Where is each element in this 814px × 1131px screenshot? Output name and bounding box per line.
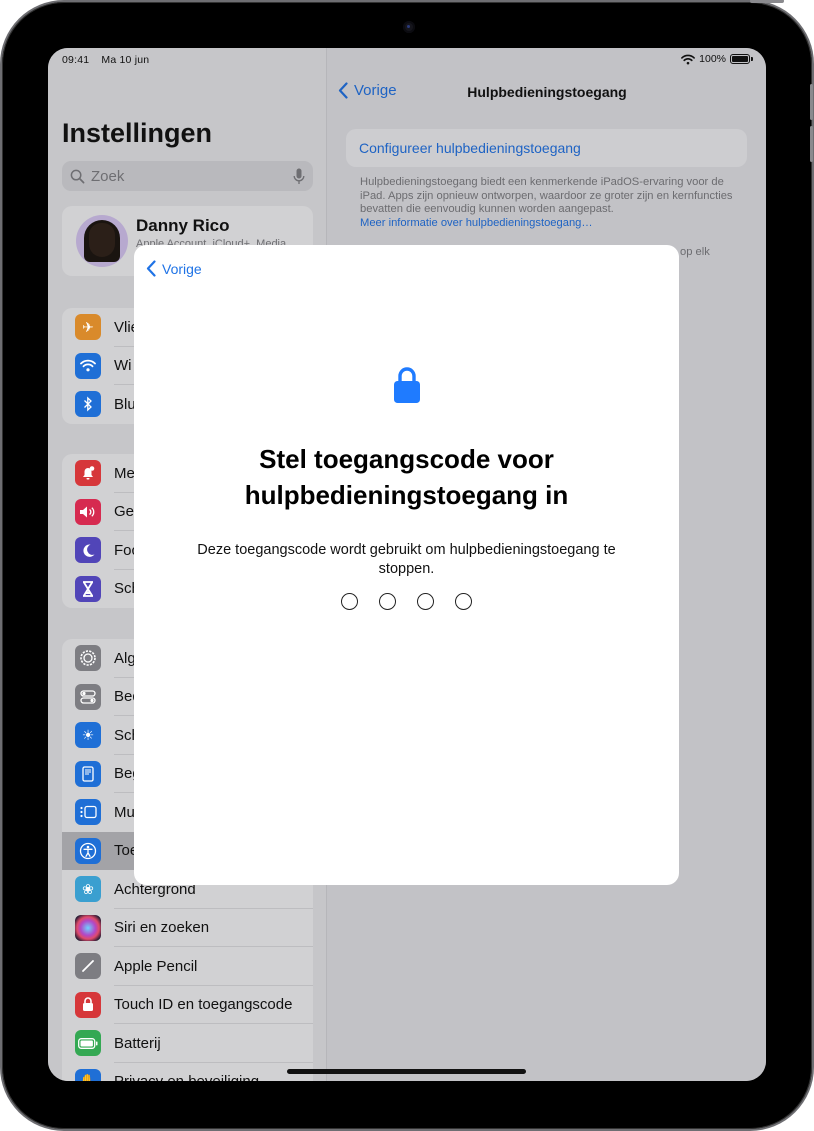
detail-nav-title: Hulpbedieningstoegang xyxy=(467,84,627,100)
search-field[interactable]: Zoek xyxy=(62,161,313,191)
brightness-icon: ☀ xyxy=(75,722,101,749)
notifications-icon xyxy=(75,460,101,487)
screen: 09:41 Ma 10 jun Instellingen Zoek Danny … xyxy=(48,48,766,1081)
gear-icon xyxy=(75,645,101,672)
chevron-left-icon xyxy=(146,260,156,277)
sidebar-item-apple-pencil[interactable]: Apple Pencil xyxy=(62,947,313,986)
screen-time-icon xyxy=(75,575,101,602)
modal-title: Stel toegangscode voor hulpbedieningstoe… xyxy=(244,444,569,510)
modal-message: Deze toegangscode wordt gebruikt om hulp… xyxy=(197,542,616,577)
sidebar-item-label: Blu xyxy=(114,395,136,413)
sound-icon xyxy=(75,498,101,525)
microphone-icon[interactable] xyxy=(293,168,305,185)
sidebar-item-label: Privacy en beveiliging xyxy=(114,1073,259,1081)
sidebar-item-label: Apple Pencil xyxy=(114,957,198,975)
set-passcode-sheet: Vorige Stel toegangscode voor hulpbedien… xyxy=(134,245,679,885)
lock-icon xyxy=(394,367,420,403)
accessibility-icon xyxy=(75,837,101,864)
focus-moon-icon xyxy=(75,537,101,564)
avatar xyxy=(76,215,128,267)
airplane-icon: ✈ xyxy=(75,314,101,341)
passcode-entry[interactable] xyxy=(134,593,679,610)
sidebar-item-label: Batterij xyxy=(114,1034,161,1052)
sidebar-item-battery[interactable]: Batterij xyxy=(62,1024,313,1063)
sidebar-item-label: Wi xyxy=(114,357,132,375)
top-button xyxy=(750,0,784,3)
modal-back-label: Vorige xyxy=(162,260,202,277)
wallpaper-icon: ❀ xyxy=(75,876,101,903)
search-icon xyxy=(70,169,85,183)
search-placeholder: Zoek xyxy=(91,167,125,185)
control-center-icon xyxy=(75,683,101,710)
passcode-digit-3 xyxy=(417,593,434,610)
siri-icon xyxy=(75,914,101,941)
assistive-access-description: Hulpbedieningstoegang biedt een kenmerke… xyxy=(360,176,740,230)
battery-percentage: 100% xyxy=(699,53,726,65)
lock-icon xyxy=(75,991,101,1018)
modal-back-button[interactable]: Vorige xyxy=(146,260,202,277)
sidebar-item-label: Mu xyxy=(114,803,135,821)
sidebar-item-privacy[interactable]: ✋ Privacy en beveiliging xyxy=(62,1063,313,1081)
status-bar-left: 09:41 Ma 10 jun xyxy=(62,54,158,66)
sidebar-item-label: Ge xyxy=(114,503,135,521)
volume-up-button xyxy=(810,84,813,120)
home-screen-icon xyxy=(75,760,101,787)
wifi-icon xyxy=(75,352,101,379)
home-indicator[interactable] xyxy=(287,1069,526,1074)
more-info-link[interactable]: Meer informatie over hulpbedieningstoega… xyxy=(360,217,740,231)
battery-status-icon xyxy=(730,54,753,64)
sidebar-item-label: Touch ID en toegangscode xyxy=(114,996,293,1014)
bluetooth-icon xyxy=(75,391,101,418)
volume-down-button xyxy=(810,126,813,162)
wifi-status-icon xyxy=(681,54,696,64)
configure-label: Configureer hulpbedieningstoegang xyxy=(359,140,581,156)
passcode-digit-1 xyxy=(341,593,358,610)
battery-icon xyxy=(75,1030,101,1057)
status-bar-right: 100% xyxy=(681,53,753,65)
status-date: Ma 10 jun xyxy=(101,54,150,66)
description-text: Hulpbedieningstoegang biedt een kenmerke… xyxy=(360,176,733,215)
status-time: 09:41 xyxy=(62,54,90,66)
privacy-hand-icon: ✋ xyxy=(75,1068,101,1081)
configure-assistive-access-button[interactable]: Configureer hulpbedieningstoegang xyxy=(346,129,747,167)
sidebar-item-touch-id-passcode[interactable]: Touch ID en toegangscode xyxy=(62,986,313,1024)
pencil-icon xyxy=(75,953,101,980)
front-camera xyxy=(403,21,415,33)
passcode-digit-2 xyxy=(379,593,396,610)
multitasking-icon xyxy=(75,799,101,826)
passcode-digit-4 xyxy=(455,593,472,610)
partial-description-text: op elk xyxy=(680,246,710,258)
profile-name: Danny Rico xyxy=(136,216,230,235)
sidebar-item-label: Me xyxy=(114,464,135,482)
sidebar-item-siri[interactable]: Siri en zoeken xyxy=(62,909,313,947)
sidebar-item-label: Siri en zoeken xyxy=(114,919,210,937)
sidebar-item-label: Alg xyxy=(114,649,136,667)
sidebar-title: Instellingen xyxy=(62,118,213,148)
